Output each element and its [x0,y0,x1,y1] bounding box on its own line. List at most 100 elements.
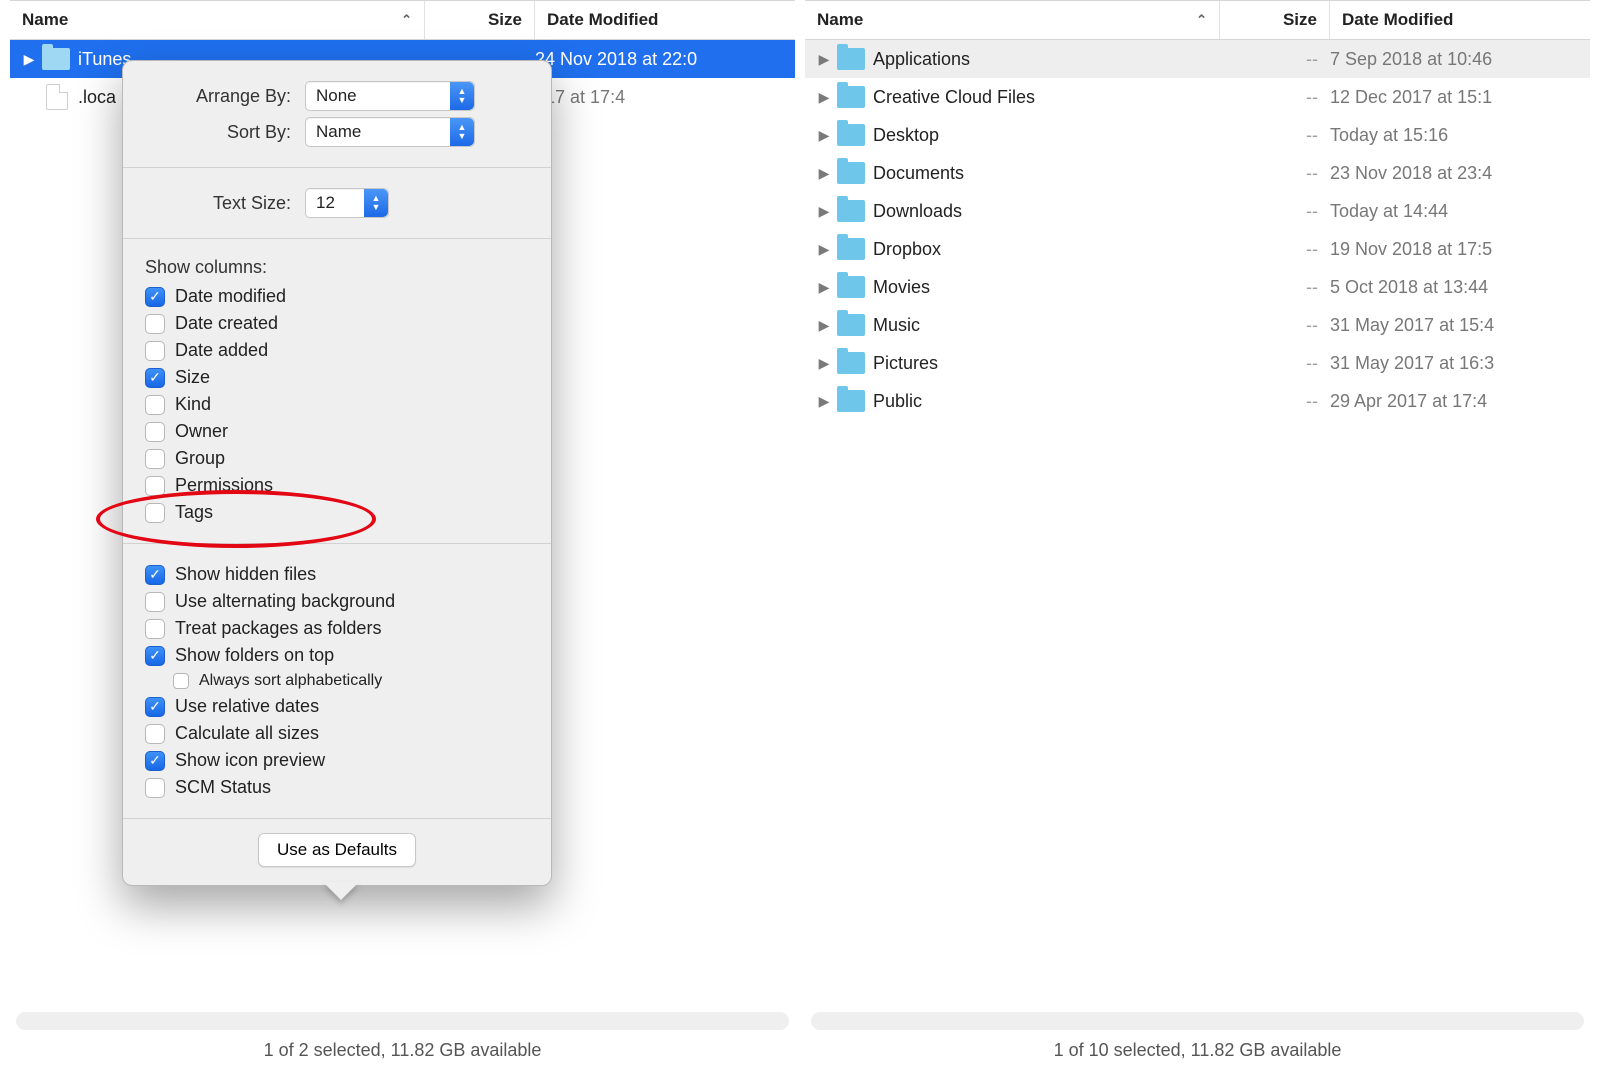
checkbox-icon[interactable]: ✓ [145,287,165,307]
checkbox-icon[interactable] [145,395,165,415]
folder-icon [837,162,865,184]
checkbox-row[interactable]: ✓Date modified [145,286,529,307]
left-pane: Name ⌃ Size Date Modified ▶ iTunes 24 No… [10,0,795,1061]
list-item[interactable]: ▶Documents--23 Nov 2018 at 23:4 [805,154,1590,192]
disclosure-triangle-icon[interactable]: ▶ [815,165,833,182]
checkbox-row[interactable]: ✓ Show hidden files [145,564,529,585]
checkbox-row[interactable]: SCM Status [145,777,529,798]
checkbox-row[interactable]: Calculate all sizes [145,723,529,744]
folder-icon [837,124,865,146]
horizontal-scrollbar[interactable] [16,1012,789,1030]
list-item[interactable]: ▶Dropbox--19 Nov 2018 at 17:5 [805,230,1590,268]
folder-icon [837,48,865,70]
checkbox-row[interactable]: ✓Show folders on top [145,645,529,666]
disclosure-triangle-icon[interactable]: ▶ [815,51,833,68]
use-as-defaults-button[interactable]: Use as Defaults [258,833,416,867]
select-stepper-icon: ▲▼ [450,82,474,110]
column-header-size-label: Size [488,10,522,30]
disclosure-triangle-icon[interactable]: ▶ [815,241,833,258]
checkbox-label: Show icon preview [175,750,325,771]
checkbox-row[interactable]: Date created [145,313,529,334]
text-size-select[interactable]: 12 ▲▼ [305,188,389,218]
file-name: Public [873,391,1220,412]
checkbox-icon[interactable] [145,341,165,361]
horizontal-scrollbar[interactable] [811,1012,1584,1030]
checkbox-icon[interactable]: ✓ [145,565,165,585]
disclosure-triangle-icon[interactable]: ▶ [815,89,833,106]
checkbox-label: Show hidden files [175,564,316,585]
text-size-label: Text Size: [145,193,305,214]
disclosure-triangle-icon[interactable]: ▶ [815,279,833,296]
checkbox-icon[interactable]: ✓ [145,751,165,771]
arrange-by-select[interactable]: None ▲▼ [305,81,475,111]
list-item[interactable]: ▶Pictures--31 May 2017 at 16:3 [805,344,1590,382]
checkbox-row[interactable]: Kind [145,394,529,415]
column-header-size[interactable]: Size [425,1,535,39]
checkbox-icon[interactable]: ✓ [145,646,165,666]
checkbox-icon[interactable] [145,476,165,496]
checkbox-icon[interactable] [145,592,165,612]
checkbox-icon[interactable] [145,778,165,798]
right-file-list[interactable]: ▶Applications--7 Sep 2018 at 10:46▶Creat… [805,40,1590,1006]
disclosure-triangle-icon[interactable]: ▶ [815,203,833,220]
checkbox-label: Permissions [175,475,273,496]
checkbox-row[interactable]: Date added [145,340,529,361]
checkbox-row[interactable]: ✓Use relative dates [145,696,529,717]
checkbox-label: Date added [175,340,268,361]
checkbox-row[interactable]: ✓ Show icon preview [145,750,529,771]
checkbox-icon[interactable] [145,503,165,523]
file-name: Desktop [873,125,1220,146]
sort-by-select[interactable]: Name ▲▼ [305,117,475,147]
column-header-date[interactable]: Date Modified [535,1,795,39]
checkbox-row[interactable]: Use alternating background [145,591,529,612]
file-size: -- [1220,277,1330,298]
checkbox-icon[interactable]: ✓ [145,368,165,388]
status-bar: 1 of 10 selected, 11.82 GB available [805,1030,1590,1061]
checkbox-row[interactable]: Permissions [145,475,529,496]
disclosure-triangle-icon[interactable]: ▶ [815,127,833,144]
checkbox-label: Tags [175,502,213,523]
checkbox-row[interactable]: ✓Size [145,367,529,388]
column-header-size[interactable]: Size [1220,1,1330,39]
column-header-size-label: Size [1283,10,1317,30]
disclosure-triangle-icon[interactable]: ▶ [815,317,833,334]
checkbox-label: Owner [175,421,228,442]
checkbox-row[interactable]: Group [145,448,529,469]
checkbox-row[interactable]: Tags [145,502,529,523]
list-item[interactable]: ▶Public--29 Apr 2017 at 17:4 [805,382,1590,420]
checkbox-icon[interactable] [145,449,165,469]
column-header-name-label: Name [22,10,68,30]
checkbox-row[interactable]: Treat packages as folders [145,618,529,639]
show-columns-title: Show columns: [145,257,529,278]
checkbox-row[interactable]: Owner [145,421,529,442]
checkbox-icon[interactable] [145,724,165,744]
select-stepper-icon: ▲▼ [364,189,388,217]
file-name: Downloads [873,201,1220,222]
list-item[interactable]: ▶Downloads--Today at 14:44 [805,192,1590,230]
column-header-date[interactable]: Date Modified [1330,1,1590,39]
disclosure-triangle-icon[interactable]: ▶ [815,355,833,372]
list-item[interactable]: ▶Movies--5 Oct 2018 at 13:44 [805,268,1590,306]
disclosure-triangle-icon[interactable]: ▶ [815,393,833,410]
checkbox-icon[interactable] [145,619,165,639]
checkbox-label: Date created [175,313,278,334]
column-header-name[interactable]: Name ⌃ [805,1,1220,39]
checkbox-icon[interactable]: ✓ [145,697,165,717]
right-pane: Name ⌃ Size Date Modified ▶Applications-… [805,0,1590,1061]
view-options-popover: Arrange By: None ▲▼ Sort By: Name ▲▼ [122,60,552,886]
list-item[interactable]: ▶Creative Cloud Files--12 Dec 2017 at 15… [805,78,1590,116]
disclosure-triangle-icon[interactable]: ▶ [20,51,38,68]
checkbox-row[interactable]: Always sort alphabetically [173,672,529,690]
file-size: -- [1220,353,1330,374]
list-item[interactable]: ▶Applications--7 Sep 2018 at 10:46 [805,40,1590,78]
column-header-name[interactable]: Name ⌃ [10,1,425,39]
file-date: Today at 15:16 [1330,125,1590,146]
checkbox-icon[interactable] [145,314,165,334]
checkbox-icon[interactable] [145,422,165,442]
checkbox-label: SCM Status [175,777,271,798]
checkbox-icon[interactable] [173,673,189,689]
folder-icon [837,352,865,374]
list-item[interactable]: ▶Desktop--Today at 15:16 [805,116,1590,154]
list-item[interactable]: ▶Music--31 May 2017 at 15:4 [805,306,1590,344]
column-header-name-label: Name [817,10,863,30]
